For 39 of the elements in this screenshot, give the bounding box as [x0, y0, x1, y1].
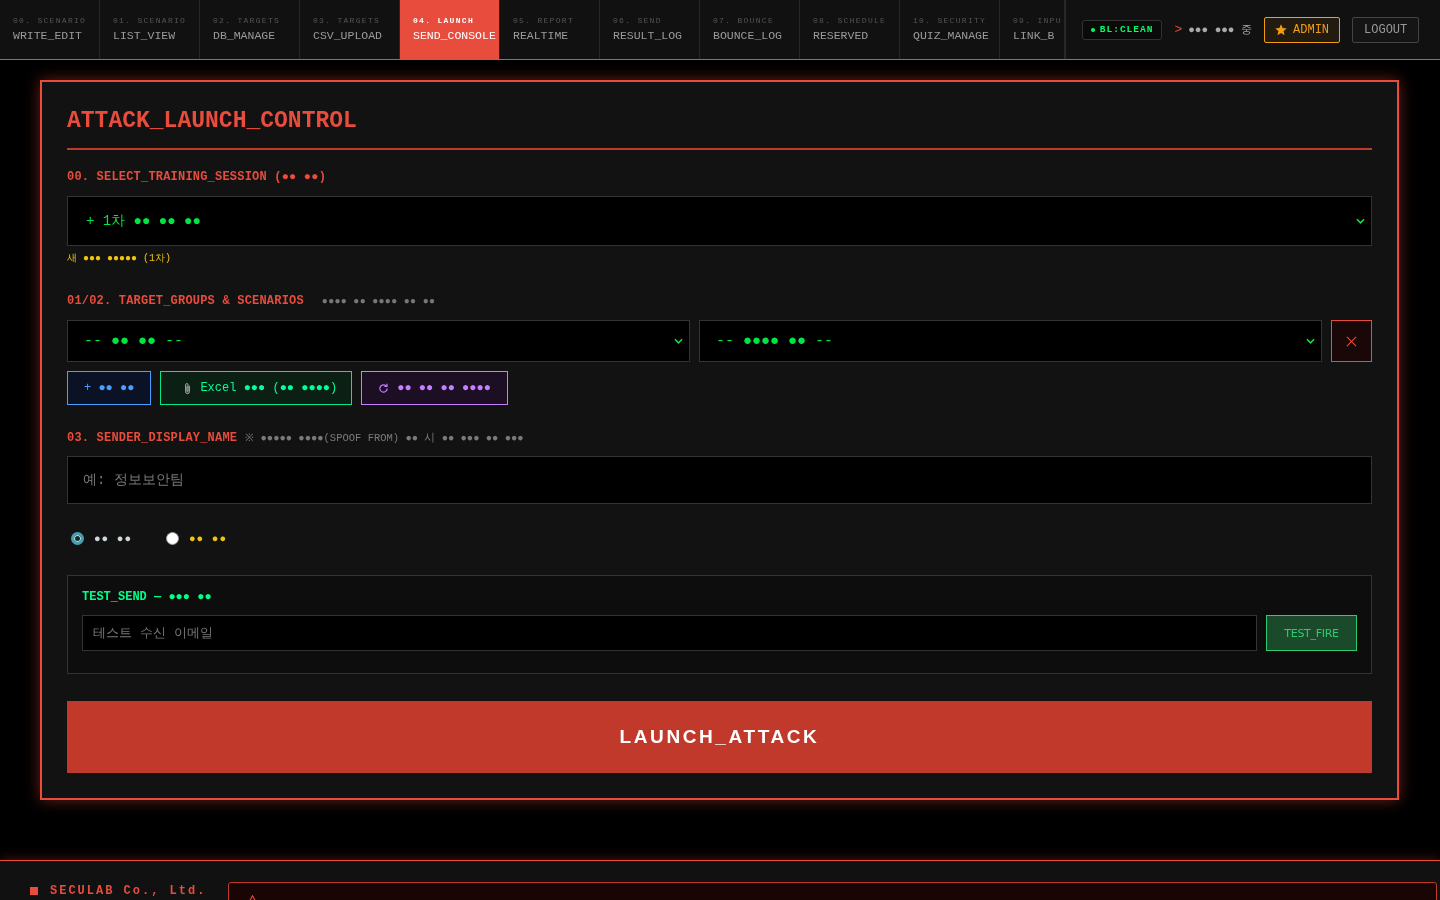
group-select[interactable]: -- ●● ●● -- [67, 320, 690, 362]
launch-button[interactable]: LAUNCH_ATTACK [67, 701, 1372, 773]
status-dot-icon [1090, 27, 1095, 32]
scenario-select[interactable]: -- ●●●● ●● -- [699, 320, 1322, 362]
section-label: 00. SELECT_TRAINING_SESSION (●● ●●) [67, 170, 327, 184]
section-label: 03. SENDER_DISPLAY_NAME [67, 431, 238, 445]
radio-label[interactable]: ●● ●● [189, 532, 228, 545]
radio-button[interactable] [166, 532, 179, 545]
chevron-down-icon [1356, 218, 1365, 224]
refresh-icon [378, 382, 390, 394]
test-send-label: TEST_SEND — ●●● ●● [82, 590, 212, 604]
prompt-symbol: > [1174, 22, 1183, 37]
remove-button[interactable] [1331, 320, 1372, 362]
star-icon [1275, 23, 1288, 36]
excel-upload-button[interactable]: Excel ●●● (●● ●●●●) [160, 371, 353, 405]
test-email-field[interactable]: 테스트 수신 이메일 [82, 615, 1257, 651]
radio-button[interactable] [71, 532, 84, 545]
status-text: ●●● ●●● 중 [1188, 23, 1253, 37]
section-note: ※ ●●●●● ●●●●(SPOOF FROM) ●● 시 ●● ●●● ●● ●●● [245, 431, 524, 445]
sender-name-field[interactable]: 예: 정보보안팀 [67, 456, 1372, 504]
test-fire-button[interactable]: TEST_FIRE [1266, 615, 1357, 651]
chevron-down-icon [1306, 338, 1315, 344]
logout-button[interactable]: LOGOUT [1352, 16, 1420, 43]
nav-tab[interactable]: 04. LAUNCH SEND_CONSOLE [400, 0, 500, 59]
badge-label: BL:CLEAN [1099, 24, 1154, 35]
add-button[interactable]: + ●● ●● [67, 371, 152, 405]
session-select[interactable]: + 1차 ●● ●● ●● [67, 196, 1372, 246]
admin-button[interactable]: ADMIN [1264, 16, 1341, 43]
section-label: 01/02. TARGET_GROUPS & SCENARIOS [67, 294, 304, 308]
company-name: SECULAB Co., Ltd. [50, 884, 207, 898]
square-icon [30, 887, 38, 895]
refresh-button[interactable]: ●● ●● ●● ●●●● [361, 371, 508, 405]
section-note: ●●●● ●● ●●●● ●● ●● [321, 295, 436, 309]
chevron-down-icon [674, 338, 683, 344]
session-hint: 새 ●●● ●●●●● (1차) [67, 252, 171, 266]
paperclip-icon [183, 381, 193, 395]
close-icon [1346, 335, 1357, 347]
panel-title: ATTACK_LAUNCH_CONTROL [67, 108, 357, 134]
radio-label[interactable]: ●● ●● [94, 532, 132, 545]
